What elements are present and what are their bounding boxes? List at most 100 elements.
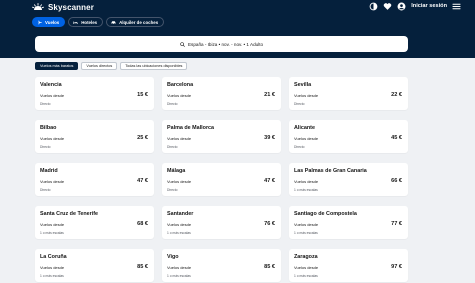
menu-icon[interactable]: [452, 2, 461, 11]
stops-label: Directo: [167, 102, 178, 106]
price: 22 €: [391, 92, 402, 98]
stops-label: Directo: [294, 102, 305, 106]
flights-from-label: Vuelos desde: [40, 93, 65, 98]
destination-card[interactable]: Santa Cruz de Tenerife Vuelos desde 68 €…: [35, 206, 154, 239]
flights-from-label: Vuelos desde: [167, 222, 192, 227]
filter-direct[interactable]: Vuelos directos: [81, 62, 118, 70]
stops-label: Directo: [40, 188, 51, 192]
destination-name: Bilbao: [40, 125, 57, 131]
destination-name: Alicante: [294, 125, 315, 131]
brand-name: Skyscanner: [48, 2, 94, 12]
destination-card[interactable]: Alicante Vuelos desde 45 € Directo: [289, 120, 408, 153]
tab-label: Hoteles: [81, 19, 98, 25]
destination-card[interactable]: Valencia Vuelos desde 15 € Directo: [35, 77, 154, 110]
flights-from-label: Vuelos desde: [167, 179, 192, 184]
destination-name: La Coruña: [40, 254, 67, 260]
bed-icon: [73, 21, 78, 24]
flights-from-label: Vuelos desde: [40, 265, 65, 270]
tab-hotels[interactable]: Hoteles: [68, 17, 104, 27]
tab-flights[interactable]: Vuelos: [32, 17, 66, 27]
destination-card[interactable]: Santander Vuelos desde 76 € 1 o más esca…: [162, 206, 281, 239]
destination-name: Málaga: [167, 168, 186, 174]
flights-from-label: Vuelos desde: [294, 222, 319, 227]
destination-name: Las Palmas de Gran Canaria: [294, 168, 367, 174]
tab-car-hire[interactable]: Alquiler de coches: [106, 17, 165, 27]
destination-name: Barcelona: [167, 82, 194, 88]
destination-name: Vigo: [167, 254, 179, 260]
destination-name: Santiago de Compostela: [294, 211, 357, 217]
stops-label: Directo: [167, 145, 178, 149]
stops-label: Directo: [40, 102, 51, 106]
price: 15 €: [137, 92, 148, 98]
price: 66 €: [391, 178, 402, 184]
destination-card[interactable]: Sevilla Vuelos desde 22 € Directo: [289, 77, 408, 110]
vertical-tabs: Vuelos Hoteles Alquiler de coches: [32, 17, 165, 27]
stops-label: 1 o más escalas: [294, 274, 318, 278]
destination-card[interactable]: Vigo Vuelos desde 85 € 1 o más escalas: [162, 249, 281, 282]
price: 21 €: [264, 92, 275, 98]
sunrise-logo-icon: [32, 3, 44, 10]
search-icon: [180, 41, 185, 47]
destination-card[interactable]: Málaga Vuelos desde 47 € Directo: [162, 163, 281, 196]
user-icon[interactable]: [397, 2, 406, 11]
price: 39 €: [264, 135, 275, 141]
flights-from-label: Vuelos desde: [40, 222, 65, 227]
price: 47 €: [137, 178, 148, 184]
stops-label: 1 o más escalas: [294, 231, 318, 235]
stops-label: 1 o más escalas: [294, 188, 318, 192]
top-header: Skyscanner Iniciar sesión Vuelos Hoteles…: [0, 0, 475, 58]
flights-from-label: Vuelos desde: [294, 265, 319, 270]
filter-cheapest[interactable]: Vuelos más baratos: [35, 62, 79, 70]
stops-label: Directo: [294, 145, 305, 149]
destination-card[interactable]: Zaragoza Vuelos desde 97 € 1 o más escal…: [289, 249, 408, 282]
flights-from-label: Vuelos desde: [167, 136, 192, 141]
flights-from-label: Vuelos desde: [167, 265, 192, 270]
destination-card[interactable]: Santiago de Compostela Vuelos desde 77 €…: [289, 206, 408, 239]
destination-name: Palma de Mallorca: [167, 125, 215, 131]
car-icon: [111, 20, 116, 24]
flights-from-label: Vuelos desde: [40, 179, 65, 184]
plane-icon: [37, 20, 42, 24]
destination-name: Madrid: [40, 168, 58, 174]
tab-label: Alquiler de coches: [119, 19, 159, 25]
destination-card[interactable]: Barcelona Vuelos desde 21 € Directo: [162, 77, 281, 110]
destination-card[interactable]: Palma de Mallorca Vuelos desde 39 € Dire…: [162, 120, 281, 153]
stops-label: Directo: [40, 145, 51, 149]
destination-grid: Valencia Vuelos desde 15 € Directo Barce…: [35, 77, 408, 282]
price: 77 €: [391, 221, 402, 227]
destination-name: Santa Cruz de Tenerife: [40, 211, 99, 217]
price: 47 €: [264, 178, 275, 184]
price: 85 €: [264, 264, 275, 270]
skyscanner-logo[interactable]: Skyscanner: [32, 1, 94, 13]
price: 85 €: [137, 264, 148, 270]
flights-from-label: Vuelos desde: [40, 136, 65, 141]
destination-name: Santander: [167, 211, 194, 217]
price: 97 €: [391, 264, 402, 270]
flights-from-label: Vuelos desde: [294, 179, 319, 184]
stops-label: Directo: [167, 188, 178, 192]
theme-toggle-icon[interactable]: [369, 2, 378, 11]
flights-from-label: Vuelos desde: [294, 136, 319, 141]
destination-card[interactable]: Madrid Vuelos desde 47 € Directo: [35, 163, 154, 196]
price: 76 €: [264, 221, 275, 227]
search-summary-text: España - Ibiza • nov. - nov. • 1 Adulto: [187, 41, 264, 47]
destination-card[interactable]: La Coruña Vuelos desde 85 € 1 o más esca…: [35, 249, 154, 282]
flights-from-label: Vuelos desde: [167, 93, 192, 98]
stops-label: 1 o más escalas: [167, 231, 191, 235]
tab-label: Vuelos: [45, 19, 60, 25]
stops-label: 1 o más escalas: [40, 274, 64, 278]
destination-card[interactable]: Bilbao Vuelos desde 25 € Directo: [35, 120, 154, 153]
destination-name: Sevilla: [294, 82, 312, 88]
search-summary-bar[interactable]: España - Ibiza • nov. - nov. • 1 Adulto: [35, 36, 408, 52]
heart-icon[interactable]: [383, 2, 392, 11]
price: 25 €: [137, 135, 148, 141]
destination-name: Zaragoza: [294, 254, 318, 260]
login-link[interactable]: Iniciar sesión: [411, 3, 447, 9]
flights-from-label: Vuelos desde: [294, 93, 319, 98]
filter-all-locations[interactable]: Todas las ubicaciones disponibles: [120, 62, 188, 70]
stops-label: 1 o más escalas: [167, 274, 191, 278]
stops-label: 1 o más escalas: [40, 231, 64, 235]
destination-card[interactable]: Las Palmas de Gran Canaria Vuelos desde …: [289, 163, 408, 196]
destination-name: Valencia: [40, 82, 62, 88]
filter-chips: Vuelos más baratos Vuelos directos Todas…: [35, 62, 188, 70]
